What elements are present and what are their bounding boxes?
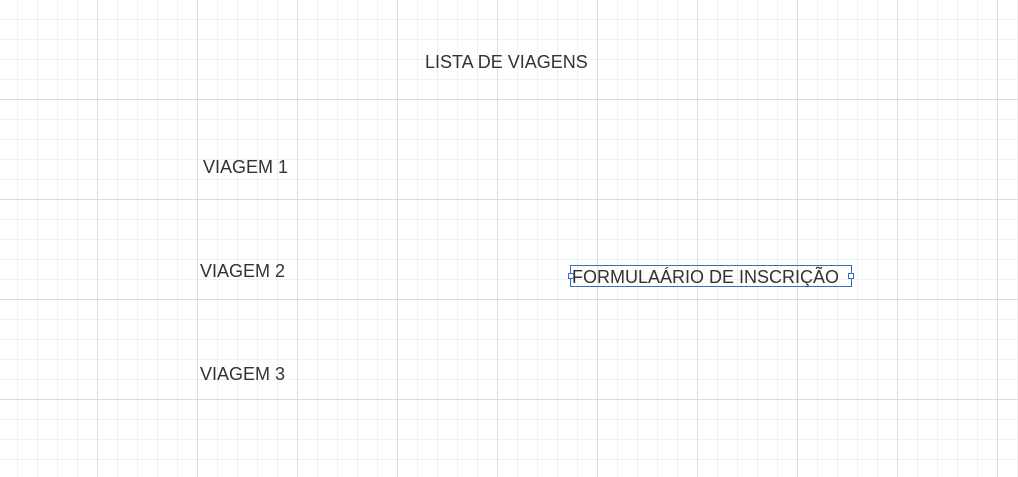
registration-form-shape-selected[interactable]: FORMULAÁRIO DE INSCRIÇÃO — [568, 265, 854, 287]
diagram-canvas[interactable]: LISTA DE VIAGENS VIAGEM 1 VIAGEM 2 VIAGE… — [0, 0, 1018, 477]
trip-item-1[interactable]: VIAGEM 1 — [203, 157, 288, 177]
diagram-title[interactable]: LISTA DE VIAGENS — [425, 52, 588, 72]
trip-item-2[interactable]: VIAGEM 2 — [200, 261, 285, 281]
resize-handle-left[interactable] — [568, 273, 574, 279]
trip-item-3[interactable]: VIAGEM 3 — [200, 364, 285, 384]
resize-handle-right[interactable] — [848, 273, 854, 279]
registration-form-label: FORMULAÁRIO DE INSCRIÇÃO — [572, 267, 840, 287]
